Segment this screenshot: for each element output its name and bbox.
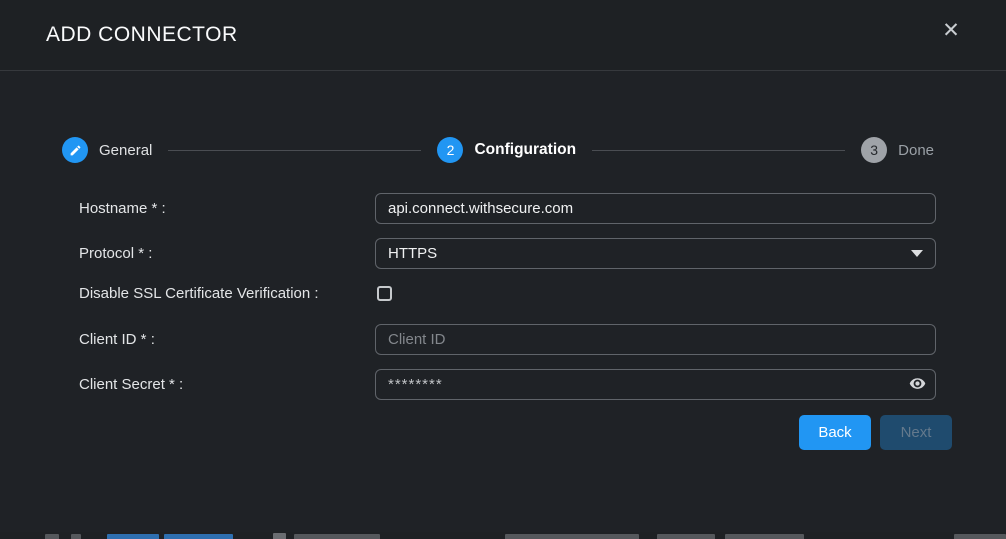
stepper-connector (592, 150, 845, 151)
hostname-input[interactable] (375, 193, 936, 224)
step-done-label: Done (898, 142, 934, 159)
step-general[interactable]: General (62, 137, 152, 163)
chevron-down-icon (911, 250, 923, 257)
close-icon[interactable]: ✕ (936, 16, 966, 46)
modal-title: ADD CONNECTOR (46, 23, 238, 47)
eye-icon (908, 375, 927, 392)
protocol-row: Protocol * : HTTPS (79, 238, 936, 269)
clipped-background-content (0, 532, 1006, 539)
step-2-badge: 2 (437, 137, 463, 163)
step-configuration[interactable]: 2 Configuration (437, 137, 576, 163)
pencil-icon (62, 137, 88, 163)
show-password-button[interactable] (906, 375, 928, 394)
client-secret-label: Client Secret * : (79, 374, 319, 395)
protocol-selected-value: HTTPS (388, 245, 437, 262)
stepper-connector (168, 150, 421, 151)
hostname-row: Hostname * : (79, 193, 936, 224)
step-general-label: General (99, 142, 152, 159)
step-3-badge: 3 (861, 137, 887, 163)
wizard-actions: Back Next (79, 415, 952, 450)
hostname-label: Hostname * : (79, 198, 319, 219)
step-done: 3 Done (861, 137, 934, 163)
protocol-select[interactable]: HTTPS (375, 238, 936, 269)
step-configuration-label: Configuration (474, 141, 576, 159)
client-id-label: Client ID * : (79, 329, 319, 350)
back-button[interactable]: Back (799, 415, 871, 450)
modal-header: ADD CONNECTOR ✕ (0, 0, 1006, 71)
wizard-stepper: General 2 Configuration 3 Done (62, 137, 934, 163)
client-secret-row: Client Secret * : (79, 369, 936, 400)
ssl-verification-label: Disable SSL Certificate Verification : (79, 283, 319, 304)
client-id-input[interactable] (375, 324, 936, 355)
next-button[interactable]: Next (880, 415, 952, 450)
add-connector-modal: ADD CONNECTOR ✕ General 2 Configuration … (0, 0, 1006, 532)
ssl-verification-checkbox[interactable] (377, 286, 392, 301)
ssl-verification-row: Disable SSL Certificate Verification : (79, 283, 936, 306)
configuration-form: Hostname * : Protocol * : HTTPS Disable … (79, 193, 936, 450)
protocol-label: Protocol * : (79, 243, 319, 264)
client-secret-input[interactable] (375, 369, 936, 400)
client-id-row: Client ID * : (79, 324, 936, 355)
